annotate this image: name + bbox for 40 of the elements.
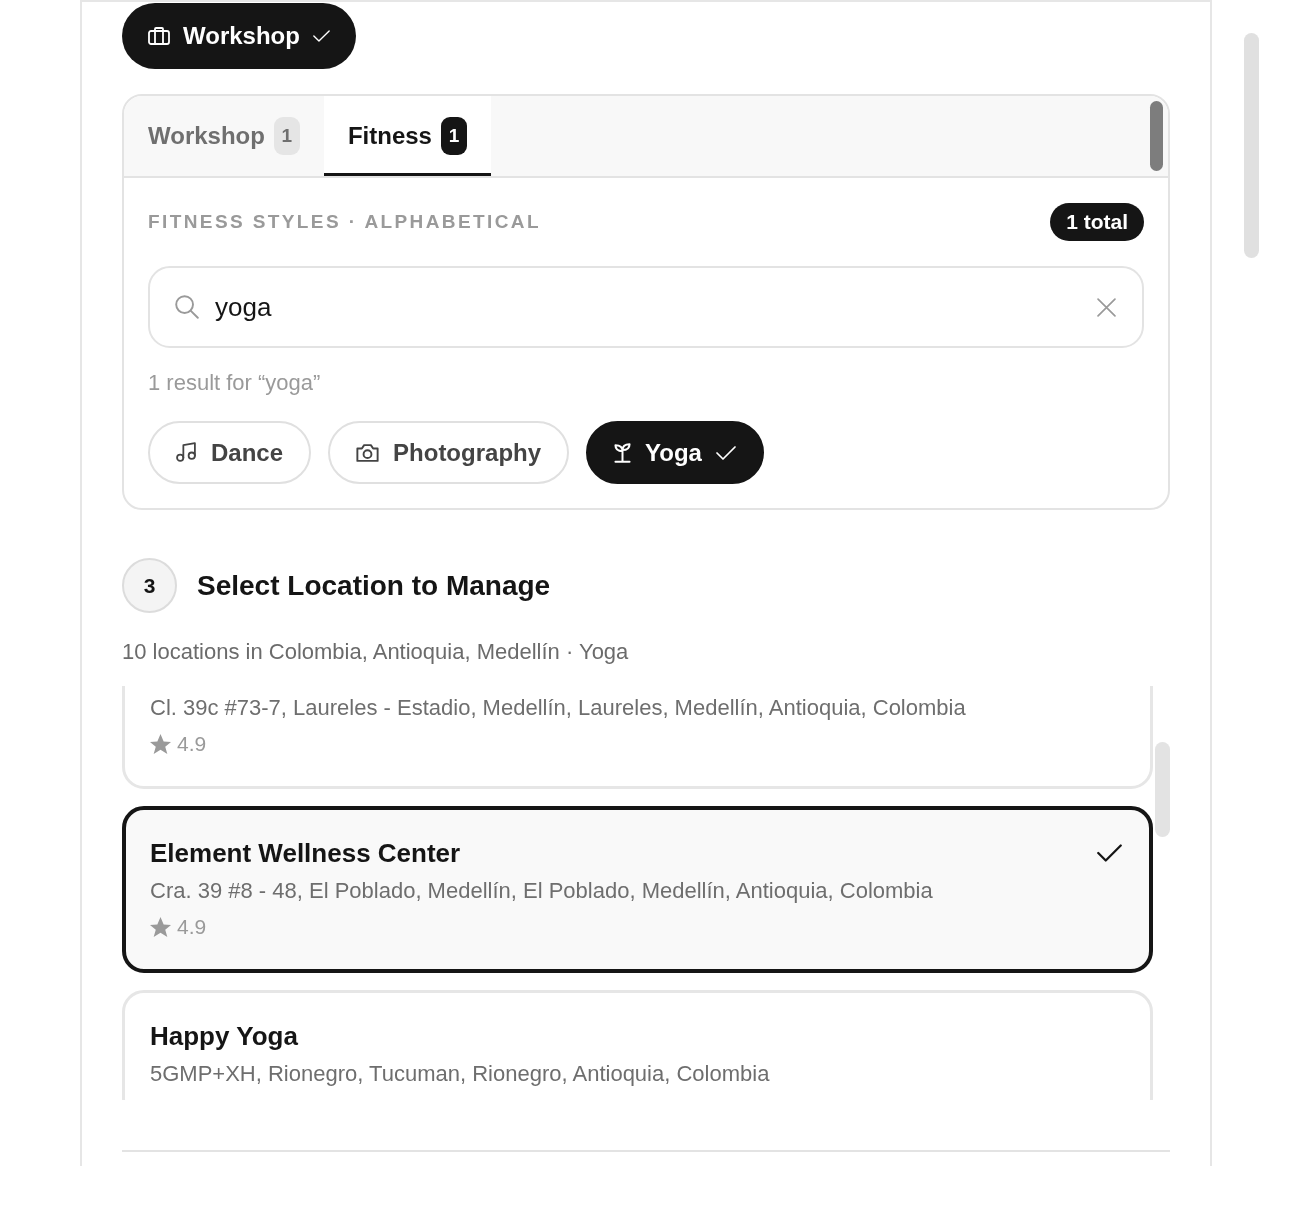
check-icon (312, 30, 330, 42)
rating-text: 4.9 (177, 731, 207, 757)
star-icon (150, 734, 171, 754)
tab[interactable]: Workshop 1 (124, 96, 324, 176)
location-address: Cl. 39c #73-7, Laureles - Estadio, Medellín, Laureles, Medellín, Antioquia, Colombia (150, 694, 967, 722)
star-icon (150, 917, 171, 937)
style-chip[interactable]: Yoga (586, 421, 764, 484)
rating-text: 4.9 (177, 914, 207, 940)
close-icon (1097, 297, 1116, 317)
style-chip[interactable]: Dance (148, 421, 312, 484)
location-name: Happy Yoga (150, 1021, 298, 1051)
section-subtitle: 10 locations in Colombia, Antioquia, Medellín · Yoga (122, 638, 630, 666)
search-field[interactable]: yoga (148, 266, 1144, 348)
check-icon (715, 445, 736, 460)
category-button[interactable]: Workshop (122, 3, 356, 69)
result-count: 1 result for “yoga” (148, 369, 322, 397)
location-address: Cra. 39 #8 - 48, El Poblado, Medellín, El Poblado, Medellín, Antioquia, Colombia (150, 877, 934, 905)
tab[interactable]: Fitness 1 (323, 96, 491, 176)
scrollbar-thumb[interactable] (1150, 101, 1163, 171)
section-heading: FITNESS STYLES · ALPHABETICAL (148, 209, 541, 234)
step-number: 3 (122, 558, 177, 613)
music-note-icon (176, 442, 197, 463)
section-title: Select Location to Manage (197, 568, 551, 603)
camera-icon (356, 443, 380, 462)
count-badge: 1 (440, 117, 467, 155)
check-icon (1097, 844, 1122, 862)
scrollbar-thumb[interactable] (1244, 33, 1259, 258)
search-icon (175, 295, 199, 319)
location-card[interactable]: Element Wellness Center Cra. 39 #8 - 48, El Poblado, Medellín, El Poblado, Medellín, Antioquia, Colombia 4.9 (122, 806, 1153, 973)
location-card[interactable]: Cl. 39c #73-7, Laureles - Estadio, Medellín, Laureles, Medellín, Antioquia, Colombia 4.9 (122, 686, 1153, 789)
briefcase-icon (148, 27, 170, 45)
scrollbar-thumb[interactable] (1155, 742, 1170, 837)
location-card[interactable]: Happy Yoga 5GMP+XH, Rionegro, Tucuman, Rionegro, Antioquia, Colombia (122, 990, 1153, 1100)
clear-button[interactable] (1097, 297, 1116, 317)
count-badge: 1 (273, 117, 300, 155)
style-chip[interactable]: Photography (328, 421, 570, 484)
total-badge: 1 total (1050, 203, 1144, 241)
sprout-icon (614, 442, 632, 463)
location-address: 5GMP+XH, Rionegro, Tucuman, Rionegro, Antioquia, Colombia (150, 1060, 771, 1088)
location-name: Element Wellness Center (150, 838, 461, 868)
